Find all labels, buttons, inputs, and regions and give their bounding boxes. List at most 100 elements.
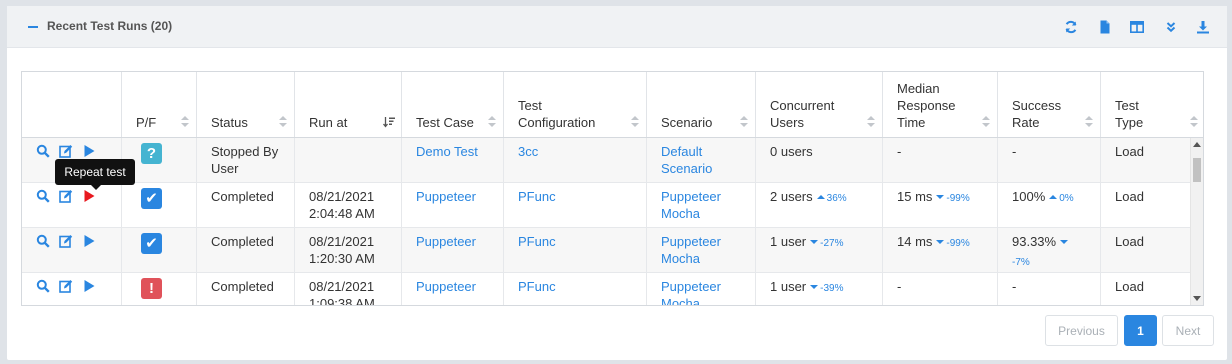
sort-icon — [631, 116, 639, 128]
collapse-icon[interactable] — [28, 26, 38, 28]
cell-run-at: 08/21/2021 2:04:48 AM — [295, 183, 402, 228]
download-icon[interactable] — [1196, 20, 1210, 34]
sort-icon — [488, 116, 496, 128]
trend-indicator: 0% — [1049, 193, 1074, 204]
cell-type: Load — [1101, 273, 1192, 305]
cell-success: - — [998, 273, 1101, 305]
trend-down-icon — [936, 240, 945, 244]
trend-value: 0% — [1059, 193, 1074, 204]
success-value: - — [1012, 279, 1017, 294]
run-at-time: 1:20:30 AM — [309, 251, 375, 266]
refresh-icon[interactable] — [1064, 20, 1078, 34]
test-case-link[interactable]: Puppeteer — [416, 234, 476, 249]
edit-icon[interactable] — [59, 279, 73, 293]
cell-type: Load — [1101, 183, 1192, 228]
cell-test-config: PFunc — [504, 183, 647, 228]
repeat-test-play-icon[interactable] — [82, 144, 96, 158]
column-header-status[interactable]: Status — [197, 72, 295, 137]
sort-icon — [1085, 116, 1093, 128]
edit-icon[interactable] — [59, 144, 73, 158]
trend-value: -7% — [1012, 257, 1030, 268]
repeat-test-play-icon[interactable] — [82, 279, 96, 293]
trend-down-icon — [810, 285, 819, 289]
scroll-down-icon[interactable] — [1193, 296, 1201, 301]
column-header-median-response-time[interactable]: Median Response Time — [883, 72, 998, 137]
test-configuration-link[interactable]: 3cc — [518, 144, 538, 159]
repeat-test-play-icon[interactable] — [82, 189, 96, 203]
page-1-button[interactable]: 1 — [1124, 315, 1157, 346]
edit-icon[interactable] — [59, 189, 73, 203]
test-configuration-link[interactable]: PFunc — [518, 234, 556, 249]
users-value: 1 user — [770, 279, 807, 294]
column-header-test-case[interactable]: Test Case — [402, 72, 504, 137]
scroll-up-icon[interactable] — [1193, 142, 1201, 147]
table-row: ✔ Completed 08/21/2021 1:20:30 AM Puppeteer P… — [22, 228, 1192, 273]
sort-icon — [279, 116, 287, 128]
cell-actions — [22, 183, 122, 228]
cell-actions — [22, 228, 122, 273]
cell-median: 14 ms -99% — [883, 228, 998, 273]
trend-down-icon — [1060, 240, 1069, 244]
column-label-test-type: Test Type — [1115, 98, 1144, 130]
cell-median: - — [883, 138, 998, 183]
recent-test-runs-panel: Recent Test Runs (20) P/F Status Run at … — [7, 6, 1227, 360]
column-label-status: Status — [211, 115, 248, 130]
edit-icon[interactable] — [59, 234, 73, 248]
median-value: - — [897, 144, 902, 159]
cell-test-case: Demo Test — [402, 138, 504, 183]
column-header-scenario[interactable]: Scenario — [647, 72, 756, 137]
trend-value: -99% — [946, 193, 970, 204]
column-header-test-configuration[interactable]: Test Configuration — [504, 72, 647, 137]
column-header-success-rate[interactable]: Success Rate — [998, 72, 1101, 137]
cell-run-at: 08/21/2021 1:20:30 AM — [295, 228, 402, 273]
previous-page-button[interactable]: Previous — [1045, 315, 1118, 346]
cell-test-config: 3cc — [504, 138, 647, 183]
panel-header: Recent Test Runs (20) — [7, 6, 1227, 48]
test-configuration-link[interactable]: PFunc — [518, 189, 556, 204]
repeat-test-tooltip: Repeat test — [55, 159, 135, 190]
column-label-scenario: Scenario — [661, 115, 713, 130]
view-details-icon[interactable] — [36, 234, 50, 248]
trend-value: -27% — [820, 238, 844, 249]
scenario-link[interactable]: Puppeteer Mocha — [661, 234, 721, 266]
trend-indicator: -39% — [810, 283, 844, 294]
cell-median: - — [883, 273, 998, 305]
repeat-test-play-icon[interactable] — [82, 234, 96, 248]
cell-test-config: PFunc — [504, 273, 647, 305]
view-details-icon[interactable] — [36, 144, 50, 158]
sort-icon — [867, 116, 875, 128]
test-configuration-link[interactable]: PFunc — [518, 279, 556, 294]
vertical-scrollbar[interactable] — [1190, 138, 1203, 305]
status-text: Completed — [211, 234, 274, 249]
run-at-date: 08/21/2021 — [309, 279, 375, 294]
median-value: - — [897, 279, 902, 294]
cell-pf: ✔ — [122, 183, 197, 228]
column-label-success-rate: Success Rate — [1012, 98, 1062, 130]
success-value: - — [1012, 144, 1017, 159]
test-case-link[interactable]: Demo Test — [416, 144, 478, 159]
view-details-icon[interactable] — [36, 279, 50, 293]
scroll-thumb[interactable] — [1193, 158, 1201, 182]
test-case-link[interactable]: Puppeteer — [416, 189, 476, 204]
table-row: ! Completed 08/21/2021 1:09:38 AM Puppeteer P… — [22, 273, 1192, 305]
file-icon[interactable] — [1098, 20, 1112, 34]
next-page-button[interactable]: Next — [1162, 315, 1214, 346]
scenario-link[interactable]: Puppeteer Mocha — [661, 279, 721, 305]
chevrons-down-icon[interactable] — [1164, 20, 1178, 34]
view-details-icon[interactable] — [36, 189, 50, 203]
trend-value: 36% — [826, 193, 847, 204]
cell-type: Load — [1101, 138, 1192, 183]
users-value: 0 users — [770, 144, 813, 159]
users-value: 2 users — [770, 189, 813, 204]
test-type-value: Load — [1115, 189, 1144, 204]
column-header-run-at[interactable]: Run at — [295, 72, 402, 137]
test-case-link[interactable]: Puppeteer — [416, 279, 476, 294]
column-header-concurrent-users[interactable]: Concurrent Users — [756, 72, 883, 137]
column-header-pf[interactable]: P/F — [122, 72, 197, 137]
column-label-test-configuration: Test Configuration — [518, 98, 596, 130]
column-header-test-type[interactable]: Test Type — [1101, 72, 1203, 137]
scenario-link[interactable]: Default Scenario — [661, 144, 712, 176]
scenario-link[interactable]: Puppeteer Mocha — [661, 189, 721, 221]
cell-scenario: Default Scenario — [647, 138, 756, 183]
columns-icon[interactable] — [1130, 20, 1144, 34]
